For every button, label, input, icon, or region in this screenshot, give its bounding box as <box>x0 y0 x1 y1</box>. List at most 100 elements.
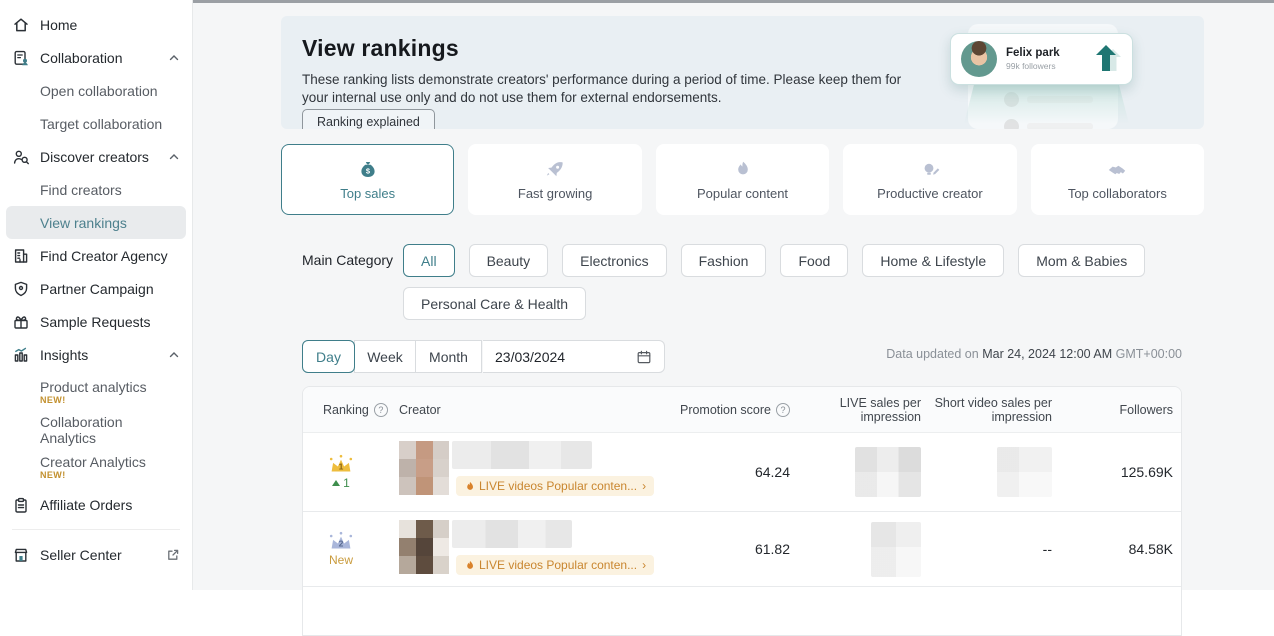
content-tag[interactable]: LIVE videos Popular conten... › <box>456 555 655 575</box>
sidebar-item-find-creators[interactable]: Find creators <box>0 173 192 206</box>
tab-productive-creator[interactable]: Productive creator <box>843 144 1017 215</box>
sidebar-item-label: Product analytics <box>40 379 147 395</box>
shield-icon <box>12 280 30 298</box>
tab-popular-content[interactable]: Popular content <box>655 144 830 215</box>
table-row[interactable]: 2 New LIVE videos Popular conten... › 61… <box>303 512 1181 587</box>
updated-prefix: Data updated on <box>886 347 979 361</box>
sidebar-item-open-collaboration[interactable]: Open collaboration <box>0 74 192 107</box>
chevron-up-icon[interactable] <box>168 151 180 163</box>
sidebar-item-creator-analytics[interactable]: Creator Analytics NEW! <box>0 446 192 488</box>
main-content: View rankings These ranking lists demons… <box>193 0 1274 636</box>
promotion-score-cell: 61.82 <box>754 541 790 557</box>
category-chip-fashion[interactable]: Fashion <box>680 244 767 277</box>
triangle-up-icon <box>332 480 341 486</box>
sidebar-item-label: Affiliate Orders <box>40 496 133 513</box>
category-chip-mom-babies[interactable]: Mom & Babies <box>1018 244 1146 277</box>
creator-rank-card: Felix park 99k followers <box>950 33 1133 85</box>
blurred-avatar <box>399 520 449 574</box>
home-icon <box>12 16 30 34</box>
sidebar-item-label: Target collaboration <box>40 115 163 132</box>
tab-top-sales[interactable]: $ Top sales <box>281 144 455 215</box>
sidebar-item-label: Seller Center <box>40 546 122 563</box>
sidebar-item-view-rankings[interactable]: View rankings <box>6 206 186 239</box>
blurred-avatar <box>399 441 449 495</box>
category-filter-label: Main Category <box>302 252 394 268</box>
live-sales-cell <box>800 512 931 586</box>
content-tag[interactable]: LIVE videos Popular conten... › <box>456 476 655 496</box>
sidebar: Home Collaboration Open collaboration Ta… <box>0 0 193 590</box>
chevron-right-icon: › <box>642 479 647 493</box>
creator-cell: LIVE videos Popular conten... › <box>379 512 663 586</box>
collaboration-icon <box>12 49 30 67</box>
blurred-value <box>997 447 1052 497</box>
tab-label: Top sales <box>340 185 396 201</box>
sidebar-divider <box>12 529 180 530</box>
rank-cell: 1 1 <box>303 433 379 511</box>
rank-number: 1 <box>339 461 344 471</box>
sidebar-item-target-collaboration[interactable]: Target collaboration <box>0 107 192 140</box>
sidebar-item-seller-center[interactable]: Seller Center <box>0 538 192 571</box>
category-chip-electronics[interactable]: Electronics <box>562 244 667 277</box>
category-chip-beauty[interactable]: Beauty <box>468 244 549 277</box>
sidebar-item-discover-creators[interactable]: Discover creators <box>0 140 192 173</box>
sidebar-item-label: Creator Analytics <box>40 454 146 470</box>
sidebar-item-label: Find Creator Agency <box>40 247 168 264</box>
new-badge: NEW! <box>40 395 66 405</box>
table-row[interactable] <box>303 587 1181 635</box>
column-live-sales: LIVE sales per impression <box>839 395 921 424</box>
sidebar-item-find-creator-agency[interactable]: Find Creator Agency <box>0 239 192 272</box>
category-chip-all[interactable]: All <box>403 244 455 277</box>
category-chip-home-lifestyle[interactable]: Home & Lifestyle <box>862 244 1005 277</box>
chevron-up-icon[interactable] <box>168 349 180 361</box>
avatar <box>961 41 997 77</box>
period-option-month[interactable]: Month <box>415 340 482 373</box>
category-chip-personal-care-health[interactable]: Personal Care & Health <box>403 287 587 320</box>
followers-cell: 84.58K <box>1128 541 1173 557</box>
flame-icon <box>732 159 754 181</box>
chevron-right-icon: › <box>642 558 647 572</box>
external-link-icon[interactable] <box>166 548 180 562</box>
page-description: These ranking lists demonstrate creators… <box>302 72 902 105</box>
live-sales-cell <box>800 433 931 511</box>
silver-crown-icon: 2 <box>329 531 353 549</box>
category-chip-food[interactable]: Food <box>780 244 849 277</box>
rank-up-arrow-icon <box>1096 45 1122 73</box>
tab-top-collaborators[interactable]: Top collaborators <box>1030 144 1205 215</box>
promotion-score-cell: 64.24 <box>754 464 790 480</box>
discover-creators-icon <box>12 148 30 166</box>
followers-cell: 125.69K <box>1120 464 1173 480</box>
ranking-explained-button[interactable]: Ranking explained <box>302 109 435 129</box>
sidebar-item-product-analytics[interactable]: Product analytics NEW! <box>0 371 192 413</box>
table-header: Ranking ? Creator Promotion score ? LIVE… <box>303 387 1181 433</box>
blurred-value <box>855 447 921 497</box>
sidebar-item-sample-requests[interactable]: Sample Requests <box>0 305 192 338</box>
tab-label: Fast growing <box>517 185 593 201</box>
help-icon[interactable]: ? <box>776 402 790 417</box>
period-option-week[interactable]: Week <box>354 340 416 373</box>
chevron-up-icon[interactable] <box>168 52 180 64</box>
column-ranking: Ranking ? <box>303 387 388 432</box>
money-bag-icon: $ <box>357 159 379 181</box>
sidebar-item-affiliate-orders[interactable]: Affiliate Orders <box>0 488 192 521</box>
window-top-edge <box>193 0 1274 3</box>
sidebar-item-collaboration[interactable]: Collaboration <box>0 41 192 74</box>
sidebar-item-collaboration-analytics[interactable]: Collaboration Analytics <box>0 413 192 446</box>
sidebar-item-home[interactable]: Home <box>0 8 192 41</box>
tab-fast-growing[interactable]: Fast growing <box>468 144 642 215</box>
rank-number: 2 <box>339 538 344 548</box>
date-picker[interactable]: 23/03/2024 <box>483 340 665 373</box>
date-value: 23/03/2024 <box>495 348 566 365</box>
sidebar-item-partner-campaign[interactable]: Partner Campaign <box>0 272 192 305</box>
column-promotion-score: Promotion score ? <box>663 387 800 432</box>
creator-cell: LIVE videos Popular conten... › <box>379 433 663 511</box>
column-short-video-sales: Short video sales per impression <box>934 395 1052 424</box>
blurred-value <box>871 521 921 577</box>
sidebar-item-label: Sample Requests <box>40 313 151 330</box>
sidebar-item-insights[interactable]: Insights <box>0 338 192 371</box>
period-option-day[interactable]: Day <box>302 340 355 373</box>
creator-name: Felix park <box>1006 47 1060 59</box>
table-row[interactable]: 1 1 LIVE videos Popular conten... › 64.2… <box>303 433 1181 512</box>
tab-label: Productive creator <box>877 185 983 201</box>
gold-crown-icon: 1 <box>329 454 353 472</box>
gift-icon <box>12 313 30 331</box>
